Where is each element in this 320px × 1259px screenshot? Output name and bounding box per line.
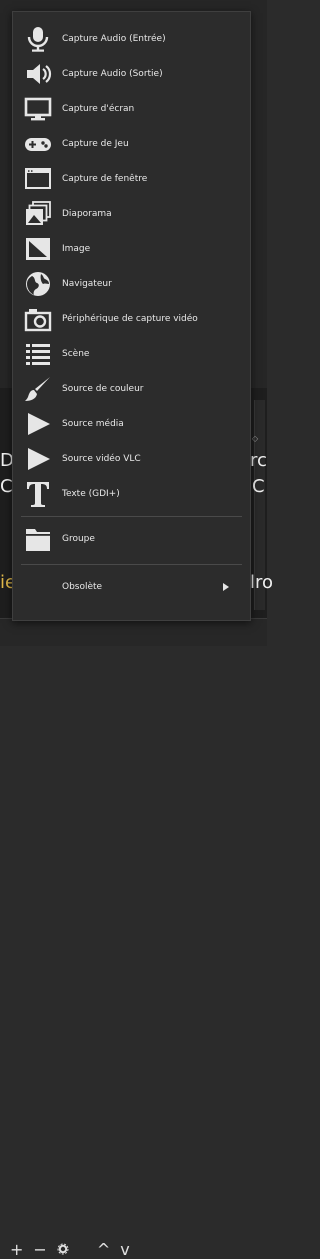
menu-item-label: Capture Audio (Sortie) [62,69,163,79]
image-icon [23,234,53,264]
background-text-left-2: C [0,476,13,497]
menu-item-label: Source vidéo VLC [62,454,141,464]
menu-item-label: Texte (GDI+) [62,489,120,499]
menu-item-label: Source média [62,419,124,429]
menu-item-label: Capture de fenêtre [62,174,148,184]
menu-item-label: Capture d'écran [62,104,135,114]
folder-icon [23,524,53,554]
menu-item-window-capture[interactable]: Capture de fenêtre [13,164,250,194]
menu-item-label: Capture de Jeu [62,139,129,149]
text-icon [23,479,53,509]
menu-separator [21,516,242,517]
menu-item-slideshow[interactable]: Diaporama [13,199,250,229]
source-properties-button[interactable] [57,1241,69,1259]
speaker-icon [23,59,53,89]
menu-item-scene[interactable]: Scène [13,339,250,369]
background-text-right-1: rc [250,450,267,471]
paintbrush-icon [23,374,53,404]
sources-toolbar: + − ^ v [0,618,267,1259]
menu-item-label: Diaporama [62,209,112,219]
menu-item-audio-output[interactable]: Capture Audio (Sortie) [13,59,250,89]
chevron-right-icon [223,583,229,591]
microphone-icon [23,24,53,54]
camera-icon [23,304,53,334]
menu-item-game-capture[interactable]: Capture de Jeu [13,129,250,159]
menu-item-label: Capture Audio (Entrée) [62,34,166,44]
play-icon [23,444,53,474]
menu-item-media-source[interactable]: Source média [13,409,250,439]
menu-item-label: Navigateur [62,279,112,289]
play-icon [23,409,53,439]
remove-source-button[interactable]: − [33,1241,46,1259]
menu-item-label: Groupe [62,534,95,544]
menu-item-group[interactable]: Groupe [13,524,250,554]
menu-item-color-source[interactable]: Source de couleur [13,374,250,404]
menu-item-browser[interactable]: Navigateur [13,269,250,299]
menu-item-deprecated[interactable]: Obsolète [13,572,250,602]
menu-item-label: Périphérique de capture vidéo [62,314,198,324]
monitor-icon [23,94,53,124]
menu-item-label: Source de couleur [62,384,144,394]
slideshow-icon [23,199,53,229]
menu-item-text-gdi[interactable]: Texte (GDI+) [13,479,250,509]
window-icon [23,164,53,194]
menu-separator [21,564,242,565]
menu-item-image[interactable]: Image [13,234,250,264]
menu-item-audio-input[interactable]: Capture Audio (Entrée) [13,24,250,54]
menu-item-display-capture[interactable]: Capture d'écran [13,94,250,124]
gear-icon [57,1243,69,1255]
menu-item-label: Image [62,244,91,254]
list-icon [23,339,53,369]
add-source-context-menu: Capture Audio (Entrée) Capture Audio (So… [12,11,251,621]
menu-item-vlc-source[interactable]: Source vidéo VLC [13,444,250,474]
gamepad-icon [23,129,53,159]
move-down-button[interactable]: v [120,1241,129,1259]
background-text-right-3: lro [250,572,274,593]
globe-icon [23,269,53,299]
dock-chip-icon: ◇ [252,434,259,443]
menu-item-label: Scène [62,349,90,359]
menu-item-label: Obsolète [62,582,103,592]
background-text-right-2: C [252,476,265,497]
menu-item-video-capture-device[interactable]: Périphérique de capture vidéo [13,304,250,334]
add-source-button[interactable]: + [10,1241,23,1259]
move-up-button[interactable]: ^ [97,1241,110,1259]
